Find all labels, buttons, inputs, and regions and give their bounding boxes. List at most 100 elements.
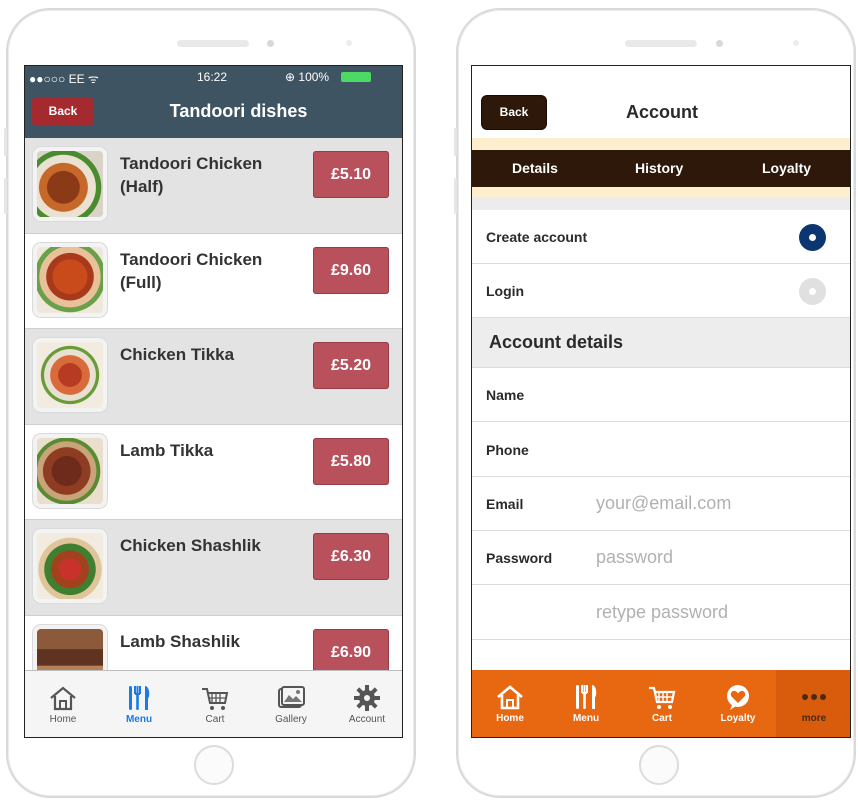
menu-screen: ●●○○○ EE ᯤ 16:22 ⊕ 100% Back Tandoori di… — [24, 65, 403, 738]
account-screen: Back Account Details History Loyalty Cre… — [471, 65, 851, 738]
tab-label: Gallery — [275, 714, 307, 725]
dish-photo — [33, 433, 107, 508]
dish-item[interactable]: Chicken Tikka £5.20 — [25, 329, 402, 425]
email-field[interactable]: Email your@email.com — [472, 477, 850, 531]
email-placeholder: your@email.com — [596, 493, 732, 513]
tab-account[interactable]: Account — [329, 671, 402, 737]
price-button[interactable]: £6.30 — [313, 533, 389, 580]
heart-icon — [727, 685, 749, 710]
tab-loyalty[interactable]: Loyalty — [700, 670, 776, 737]
tab-loyalty[interactable]: Loyalty — [762, 160, 811, 176]
page-title: Account — [626, 102, 698, 122]
camera — [267, 40, 274, 47]
home-icon — [497, 685, 523, 710]
dish-item[interactable]: Tandoori Chicken (Full) £9.60 — [25, 233, 402, 329]
dish-name: Chicken Shashlik — [120, 536, 261, 555]
more-icon — [802, 694, 826, 700]
radio-selected[interactable] — [799, 224, 826, 251]
speaker — [625, 40, 697, 47]
cutlery-icon — [129, 686, 150, 710]
dish-name: Tandoori Chicken (Full) — [120, 249, 263, 292]
battery-percent: ⊕ 100% — [285, 70, 330, 84]
camera — [716, 40, 723, 47]
tab-label: Menu — [125, 714, 153, 725]
page-title: Tandoori dishes — [169, 101, 308, 121]
password-field[interactable]: Password password — [472, 531, 850, 585]
phone-field[interactable]: Phone — [472, 423, 850, 477]
back-button[interactable]: Back — [482, 96, 546, 129]
price-button[interactable]: £6.90 — [313, 628, 389, 676]
tab-details[interactable]: Details — [512, 160, 558, 176]
name-field[interactable]: Name — [472, 368, 850, 422]
home-icon — [50, 686, 76, 711]
option-login[interactable]: Login — [472, 264, 850, 318]
tab-home[interactable]: Home — [25, 671, 101, 737]
option-label: Login — [486, 283, 525, 299]
gallery-icon — [278, 686, 305, 708]
tab-home[interactable]: Home — [472, 670, 548, 737]
tab-menu[interactable]: Menu — [548, 670, 624, 737]
dish-name: Lamb Shashlik — [120, 631, 240, 651]
section-title: Account details — [489, 332, 624, 352]
side-button — [4, 128, 7, 156]
dish-name: Tandoori Chicken (Half) — [120, 154, 263, 196]
dish-item[interactable]: Lamb Tikka £5.80 — [25, 424, 402, 520]
option-create-account[interactable]: Create account — [472, 210, 850, 264]
field-label: Phone — [486, 442, 529, 458]
dish-list: Tandoori Chicken (Half) £5.10 Tandoori C… — [25, 138, 402, 711]
divider-band — [472, 138, 850, 150]
tab-label: Account — [348, 714, 386, 725]
tab-label: Cart — [205, 714, 225, 725]
tab-cart[interactable]: Cart — [177, 671, 253, 737]
option-label: Create account — [486, 229, 588, 245]
tab-label: Cart — [651, 713, 672, 724]
gear-icon — [354, 685, 380, 711]
retype-password-field[interactable]: retype password — [472, 586, 850, 640]
side-button — [4, 178, 7, 214]
dish-item[interactable]: Chicken Shashlik £6.30 — [25, 520, 402, 616]
price-button[interactable]: £5.20 — [313, 342, 389, 389]
price-button[interactable]: £5.80 — [313, 437, 389, 485]
dish-photo — [33, 147, 107, 221]
sensor — [346, 40, 352, 46]
spacer — [472, 197, 850, 210]
nav-bar: Back Account — [472, 66, 850, 138]
home-button[interactable] — [639, 745, 679, 785]
nav-bar: Back Tandoori dishes — [25, 88, 402, 138]
tab-label: more — [801, 713, 827, 724]
segment-bar: Details History Loyalty — [472, 150, 850, 187]
side-button — [454, 128, 457, 156]
tab-menu[interactable]: Menu — [101, 671, 177, 737]
dish-photo — [33, 338, 107, 412]
status-bar: ●●○○○ EE ᯤ 16:22 ⊕ 100% — [25, 66, 402, 88]
carrier-signal: ●●○○○ EE ᯤ — [29, 72, 99, 86]
dish-name: Chicken Tikka — [120, 345, 235, 364]
battery-icon — [341, 72, 371, 82]
dish-item[interactable]: Tandoori Chicken (Half) £5.10 — [25, 138, 402, 234]
side-button — [454, 178, 457, 214]
tab-more[interactable]: more — [776, 670, 850, 737]
dish-name: Lamb Tikka — [120, 440, 214, 460]
tab-gallery[interactable]: Gallery — [253, 671, 329, 737]
tab-history[interactable]: History — [635, 160, 683, 176]
home-button[interactable] — [194, 745, 234, 785]
speaker — [177, 40, 249, 47]
retype-password-placeholder: retype password — [596, 602, 729, 622]
field-label: Name — [486, 387, 525, 403]
field-label: Email — [486, 496, 524, 512]
tab-label: Loyalty — [720, 713, 756, 724]
tab-label: Home — [496, 713, 524, 724]
tab-bar: Home Menu Cart Gallery Account — [25, 670, 402, 737]
dish-photo — [33, 242, 107, 317]
price-button[interactable]: £5.10 — [313, 151, 389, 198]
radio-unselected[interactable] — [799, 278, 826, 305]
password-placeholder: password — [596, 547, 674, 567]
tab-bar: Home Menu Cart Loyalty more — [472, 670, 850, 737]
price-button[interactable]: £9.60 — [313, 246, 389, 294]
dish-photo — [33, 529, 107, 603]
section-header: Account details — [472, 318, 850, 368]
cart-icon — [202, 688, 229, 710]
cart-icon — [649, 686, 676, 709]
tab-cart[interactable]: Cart — [624, 670, 700, 737]
clock: 16:22 — [197, 70, 228, 84]
